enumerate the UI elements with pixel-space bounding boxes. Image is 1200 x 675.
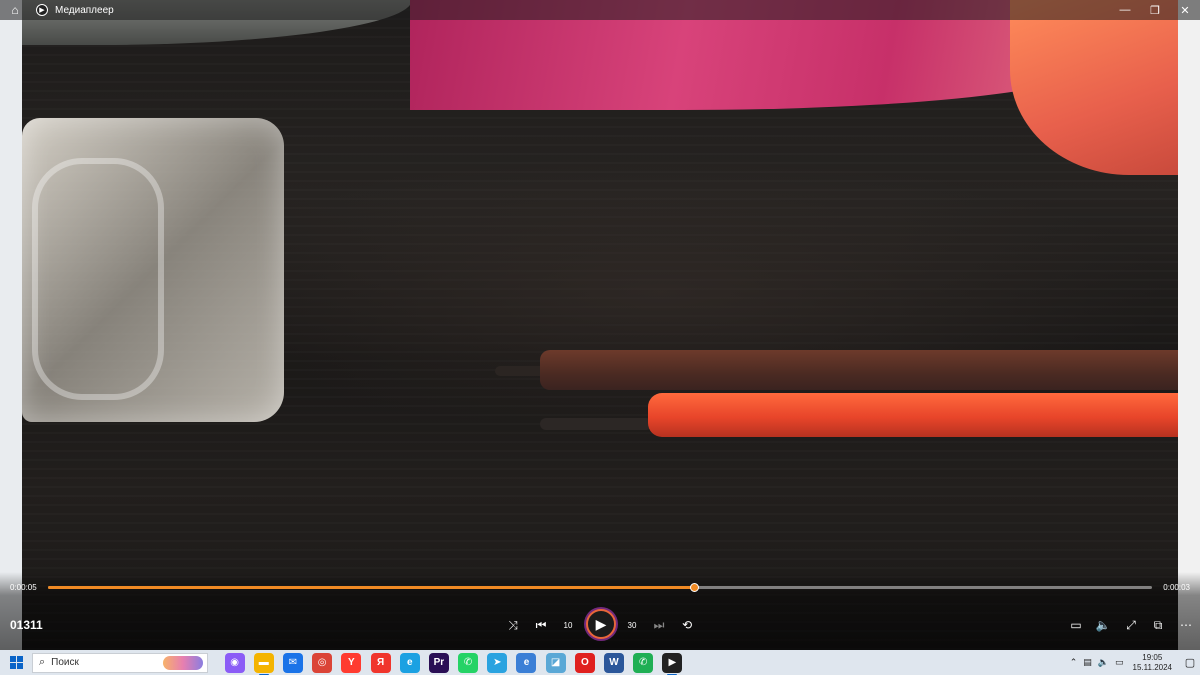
taskbar: ⌕ Поиск ◉ ▬ ✉ ◎ Y Яe Pr ✆ ➤ e ◪ O W ✆ ▶ ⌃ ▤ 🔈 ▭ 19:05 … [0, 650, 1200, 675]
close-icon[interactable]: ✕ [1170, 0, 1200, 20]
search-highlight-icon [163, 655, 203, 670]
video-letterbox-left [0, 0, 22, 650]
window-title: Медиаплеер [55, 4, 114, 16]
next-icon[interactable]: ⏭ [648, 614, 670, 636]
previous-icon[interactable]: ⏮ [530, 614, 552, 636]
clock-time: 19:05 [1142, 652, 1163, 662]
edge-app-icon[interactable]: e [399, 652, 420, 673]
seek-bar-progress [48, 586, 694, 589]
yandex-browser-icon[interactable]: Y [341, 652, 362, 673]
more-options-icon[interactable]: ⋯ [1175, 614, 1197, 636]
chevron-up-icon[interactable]: ⌃ [1070, 657, 1078, 668]
display-icon[interactable]: ▭ [1115, 657, 1124, 668]
chrome-icon[interactable]: ◎ [312, 652, 333, 673]
shuffle-icon[interactable]: ⤨ [502, 614, 524, 636]
alice-app-icon[interactable]: ◉ [224, 652, 245, 673]
clock[interactable]: 19:05 15.11.2024 [1133, 653, 1172, 673]
remaining-time: 0:00:03 [1163, 583, 1190, 592]
video-object-red-pen [648, 393, 1180, 437]
search-placeholder: Поиск [51, 657, 79, 668]
video-object-red-pen-nib [540, 418, 652, 430]
seek-bar[interactable] [48, 583, 1152, 592]
opera-icon[interactable]: O [574, 652, 595, 673]
volume-tray-icon[interactable]: 🔈 [1098, 657, 1109, 668]
volume-icon[interactable]: 🔈 [1092, 614, 1114, 636]
rewind-10-icon[interactable]: 10 [557, 614, 579, 636]
windows-icon [9, 656, 23, 669]
mail-app-icon[interactable]: ✉ [282, 652, 303, 673]
home-icon[interactable]: ⌂ [0, 3, 30, 17]
title-bar: ⌂ ▶ Медиаплеер — ❐ ✕ [0, 0, 1200, 20]
video-object-orange-fabric [1010, 0, 1180, 175]
fullscreen-icon[interactable]: ⤢ [1120, 614, 1142, 636]
restore-icon[interactable]: ❐ [1140, 0, 1170, 20]
app-notes-icon[interactable]: ◪ [545, 652, 566, 673]
forward-30-label: 30 [627, 620, 637, 630]
rewind-10-label: 10 [563, 620, 573, 630]
notification-icon[interactable]: ▢ [1180, 656, 1200, 669]
video-letterbox-right [1178, 0, 1200, 650]
media-player-icon: ▶ [36, 4, 48, 16]
video-object-brown-pen [540, 350, 1180, 390]
file-explorer-icon[interactable]: ▬ [253, 652, 274, 675]
start-button[interactable] [0, 650, 32, 675]
seek-bar-thumb[interactable] [689, 583, 699, 592]
forward-30-icon[interactable]: 30 [621, 614, 643, 636]
repeat-icon[interactable]: ⟲ [676, 614, 698, 636]
premiere-pro-icon[interactable]: Pr [428, 652, 449, 673]
mini-player-icon[interactable]: ⧉ [1147, 614, 1169, 636]
pinned-apps: ◉ ▬ ✉ ◎ Y Яe Pr ✆ ➤ e ◪ O W ✆ ▶ [220, 652, 687, 675]
word-app-icon[interactable]: W [604, 652, 625, 673]
search-icon: ⌕ [39, 656, 46, 668]
telegram-icon[interactable]: ➤ [487, 652, 508, 673]
play-button[interactable]: ▶ [586, 609, 616, 639]
network-icon[interactable]: ▤ [1083, 657, 1092, 668]
subtitles-icon[interactable]: ▭ [1065, 614, 1087, 636]
edge-browser-icon[interactable]: e [516, 652, 537, 673]
clock-date: 15.11.2024 [1132, 662, 1172, 672]
whatsapp-alt-icon[interactable]: ✆ [633, 652, 654, 673]
minimize-icon[interactable]: — [1110, 0, 1140, 20]
playback-controls: 0:00:05 0:00:03 01311 ⤨ ⏮ 10 ▶ 30 ⏭ ⟲ ▭ … [0, 572, 1200, 650]
system-tray: ⌃ ▤ 🔈 ▭ 19:05 15.11.2024 ▢ [1067, 650, 1200, 675]
current-time: 0:00:05 [10, 583, 37, 592]
window-controls: — ❐ ✕ [1110, 0, 1200, 20]
yandex-app-icon[interactable]: Я [370, 652, 391, 673]
media-player-icon[interactable]: ▶ [662, 652, 683, 675]
taskbar-search[interactable]: ⌕ Поиск [32, 652, 208, 673]
video-frame[interactable] [0, 0, 1200, 650]
video-object-brown-pen-nib [495, 366, 545, 376]
whatsapp-icon[interactable]: ✆ [458, 652, 479, 673]
video-object-inkwell [22, 118, 284, 422]
media-title: 01311 [10, 618, 43, 632]
